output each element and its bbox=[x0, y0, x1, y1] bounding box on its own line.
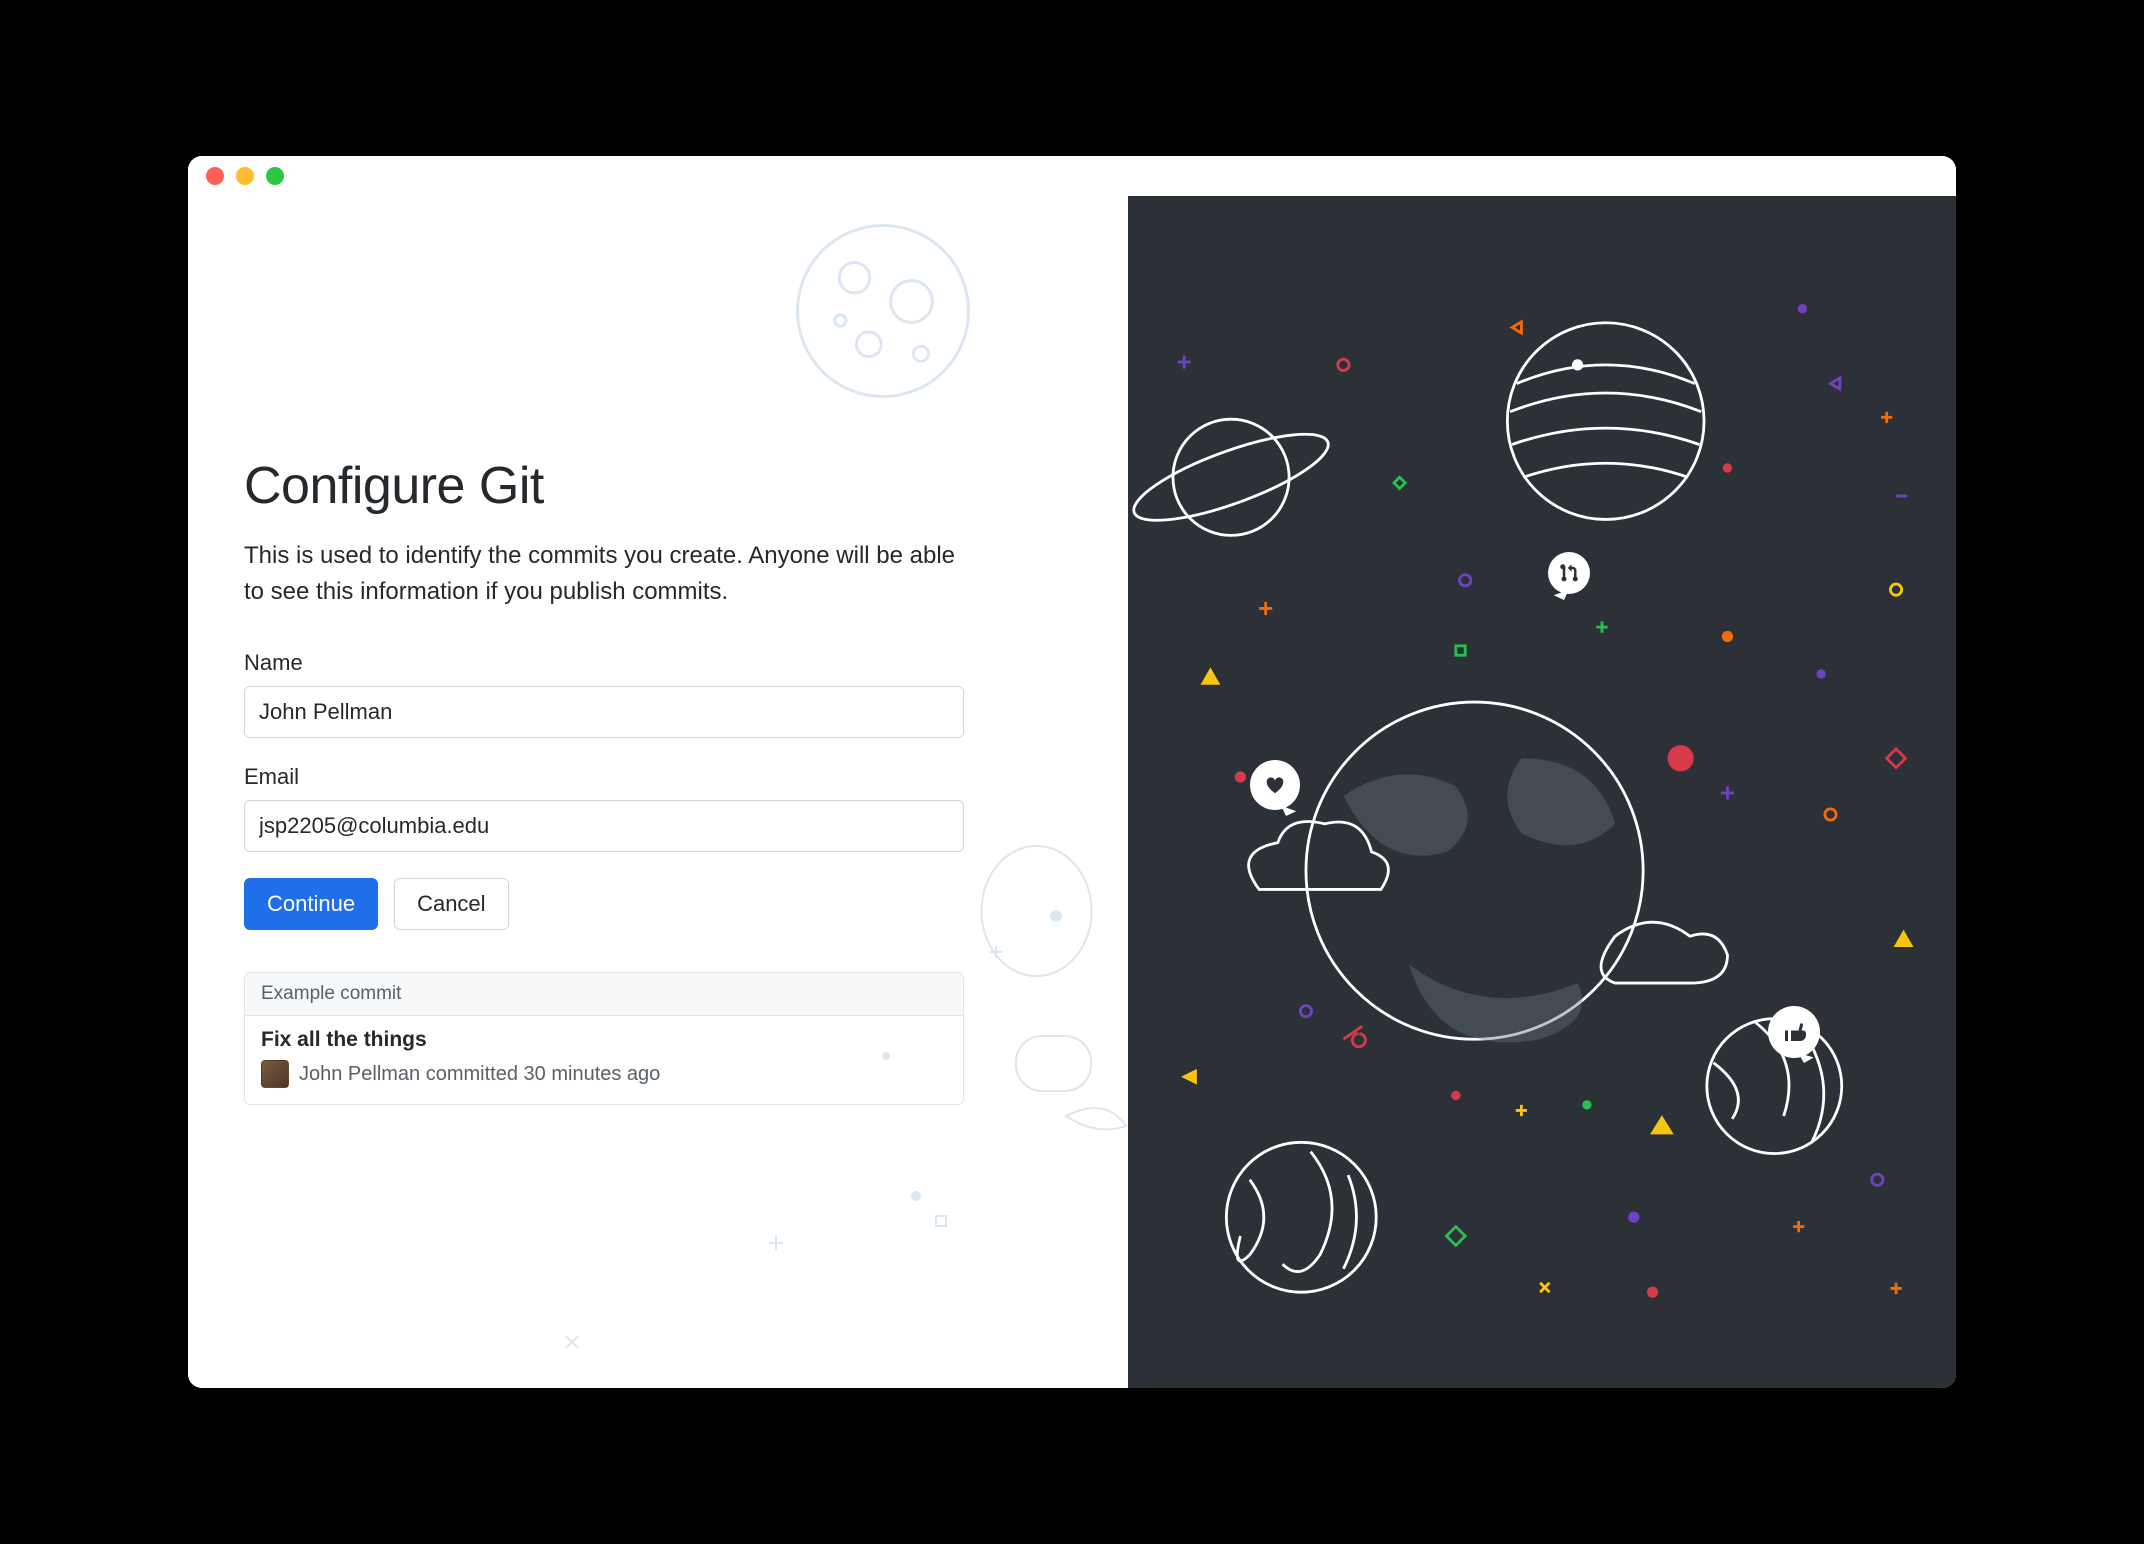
example-commit-meta-text: John Pellman committed 30 minutes ago bbox=[299, 1063, 660, 1086]
example-commit-body: Fix all the things John Pellman committe… bbox=[245, 1016, 963, 1104]
window-body: Configure Git This is used to identify t… bbox=[188, 196, 1956, 1388]
name-label: Name bbox=[244, 650, 1072, 676]
example-commit-title: Fix all the things bbox=[261, 1028, 947, 1052]
window-maximize-button[interactable] bbox=[266, 167, 284, 185]
example-commit-card: Example commit Fix all the things John P… bbox=[244, 972, 964, 1105]
example-commit-header: Example commit bbox=[245, 973, 963, 1016]
page-title: Configure Git bbox=[244, 456, 1072, 516]
avatar bbox=[261, 1060, 289, 1088]
email-field-group: Email bbox=[244, 764, 1072, 852]
email-label: Email bbox=[244, 764, 1072, 790]
pull-request-icon bbox=[1548, 552, 1590, 594]
moon-illustration bbox=[788, 216, 978, 406]
email-input[interactable] bbox=[244, 800, 964, 852]
heart-icon bbox=[1250, 760, 1300, 810]
button-row: Continue Cancel bbox=[244, 878, 1072, 930]
cancel-button[interactable]: Cancel bbox=[394, 878, 508, 930]
page-description: This is used to identify the commits you… bbox=[244, 538, 964, 610]
window-close-button[interactable] bbox=[206, 167, 224, 185]
continue-button[interactable]: Continue bbox=[244, 878, 378, 930]
left-pane: Configure Git This is used to identify t… bbox=[188, 196, 1128, 1388]
right-pane bbox=[1128, 196, 1956, 1388]
titlebar bbox=[188, 156, 1956, 196]
name-field-group: Name bbox=[244, 650, 1072, 738]
name-input[interactable] bbox=[244, 686, 964, 738]
example-commit-meta: John Pellman committed 30 minutes ago bbox=[261, 1060, 947, 1088]
window-minimize-button[interactable] bbox=[236, 167, 254, 185]
app-window: Configure Git This is used to identify t… bbox=[188, 156, 1956, 1388]
thumbs-up-icon bbox=[1768, 1006, 1820, 1058]
